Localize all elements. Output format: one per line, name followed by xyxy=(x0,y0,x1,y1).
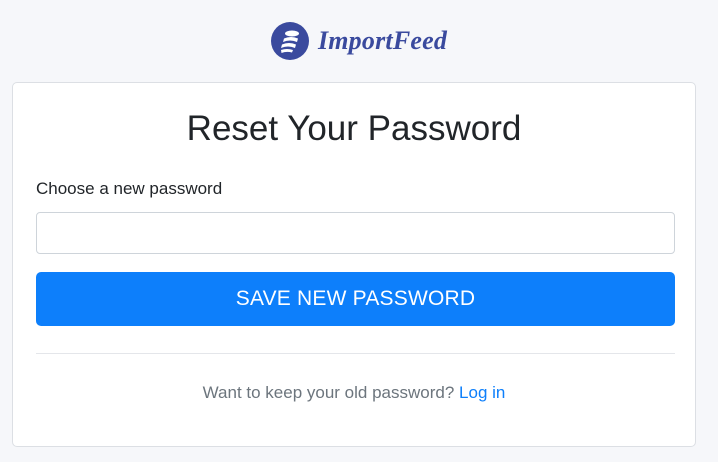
reset-password-card: Reset Your Password Choose a new passwor… xyxy=(12,82,696,447)
keep-old-password-prompt: Want to keep your old password? xyxy=(202,383,455,402)
brand-logo[interactable]: ImportFeed xyxy=(270,22,448,60)
password-label: Choose a new password xyxy=(36,179,223,198)
coin-stack-icon xyxy=(270,22,309,60)
login-link[interactable]: Log in xyxy=(459,383,505,402)
divider xyxy=(36,353,675,354)
footer-text: Want to keep your old password? Log in xyxy=(13,383,695,403)
brand-name: ImportFeed xyxy=(317,26,448,55)
header: ImportFeed xyxy=(0,0,718,82)
page-title: Reset Your Password xyxy=(186,109,522,148)
save-new-password-button[interactable]: SAVE NEW PASSWORD xyxy=(36,272,675,326)
new-password-input[interactable] xyxy=(36,212,675,254)
